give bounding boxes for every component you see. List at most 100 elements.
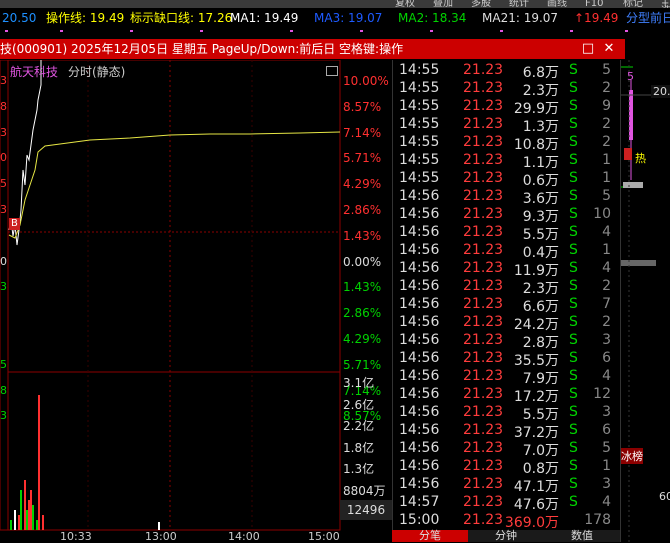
chart-grid bbox=[0, 60, 341, 531]
tick-count: 3 bbox=[602, 332, 611, 348]
tick-side: S bbox=[569, 494, 578, 510]
tick-price: 21.23 bbox=[463, 116, 504, 132]
tick-side: S bbox=[569, 296, 578, 312]
tick-count: 2 bbox=[602, 134, 611, 150]
tick-price: 21.23 bbox=[463, 224, 504, 240]
mini-price: 20.7 bbox=[651, 85, 670, 98]
left-axis-label: 3 bbox=[0, 409, 7, 423]
tick-count: 1 bbox=[602, 170, 611, 186]
tick-row: 14:55 21.23 2.3万 S 2 bbox=[393, 80, 621, 99]
left-axis-label: 8 bbox=[0, 383, 7, 397]
tick-row: 14:56 21.23 17.2万 S 12 bbox=[393, 386, 621, 405]
tick-volume: 9.3万 bbox=[522, 209, 559, 225]
pct-label: 8.57% bbox=[343, 99, 382, 114]
tick-time: 14:55 bbox=[399, 134, 440, 150]
chart-mode[interactable]: 分时(静态) bbox=[68, 63, 125, 80]
left-axis-label: 5 bbox=[0, 357, 7, 371]
tick-volume: 0.4万 bbox=[522, 245, 559, 261]
intraday-chart[interactable]: 航天科技 分时(静态) B 10.00% 8.57% 7.14% 5.71% 4.29%… bbox=[0, 60, 392, 543]
tick-side: S bbox=[569, 152, 578, 168]
window-toggle-icon[interactable] bbox=[326, 66, 338, 76]
tick-row: 14:56 21.23 7.9万 S 4 bbox=[393, 368, 621, 387]
tick-row: 14:56 21.23 5.5万 S 4 bbox=[393, 224, 621, 243]
indicator-bar: 20.50 操作线: 19.49 标示缺口线: 17.26 MA1: 19.49 MA3… bbox=[0, 8, 670, 28]
tick-price: 21.23 bbox=[463, 134, 504, 150]
tick-row: 14:56 21.23 5.5万 S 3 bbox=[393, 404, 621, 423]
tick-list[interactable]: 14:55 21.23 6.8万 S 5 14:55 21.23 2.3万 S 2 14:55 21.… bbox=[392, 60, 621, 531]
close-button[interactable]: ✕ bbox=[601, 39, 617, 59]
tick-side: S bbox=[569, 350, 578, 366]
tick-row: 14:56 21.23 11.9万 S 4 bbox=[393, 260, 621, 279]
menu-item-4[interactable]: 画线 bbox=[547, 0, 567, 8]
tick-volume: 0.6万 bbox=[522, 173, 559, 189]
pct-label: 2.86% bbox=[343, 203, 382, 217]
tick-count: 5 bbox=[602, 440, 611, 456]
tick-time: 14:56 bbox=[399, 296, 440, 312]
tick-count: 2 bbox=[602, 314, 611, 330]
stock-name: 航天科技 bbox=[10, 65, 59, 79]
tick-time: 14:55 bbox=[399, 80, 440, 96]
tick-side: S bbox=[569, 404, 578, 420]
indicator-6: MA21: 19.07 bbox=[482, 11, 559, 25]
tab-fenbi[interactable]: 分笔 bbox=[392, 530, 468, 542]
volume-label: 3.1亿 bbox=[343, 376, 375, 390]
tick-time: 14:56 bbox=[399, 386, 440, 402]
menu-item-0[interactable]: 复权 bbox=[395, 0, 415, 8]
tab-minute[interactable]: 分钟 bbox=[468, 530, 544, 542]
tick-count: 7 bbox=[602, 296, 611, 312]
tick-side: S bbox=[569, 80, 578, 96]
right-mini-chart[interactable]: 20.7 5 热 冰榜 60 bbox=[620, 60, 670, 542]
tick-volume: 2.8万 bbox=[522, 335, 559, 351]
tick-count: 9 bbox=[602, 98, 611, 114]
tick-volume: 29.9万 bbox=[513, 101, 559, 117]
tick-row: 14:56 21.23 7.0万 S 5 bbox=[393, 440, 621, 459]
menu-item-3[interactable]: 统计 bbox=[509, 0, 529, 8]
indicator-1: 操作线: 19.49 bbox=[46, 11, 125, 25]
tick-side: S bbox=[569, 476, 578, 492]
tick-volume: 5.5万 bbox=[522, 227, 559, 243]
tick-price: 21.23 bbox=[463, 188, 504, 204]
pct-label: 5.71% bbox=[343, 357, 382, 372]
tick-side: S bbox=[569, 242, 578, 258]
mini-label-hot: 热 bbox=[635, 152, 646, 165]
left-axis-label: 0 bbox=[0, 151, 7, 165]
pct-label: 0.00% bbox=[343, 254, 382, 269]
tick-row: 15:00 21.23 369.0万 178 bbox=[393, 512, 621, 531]
tick-volume: 35.5万 bbox=[513, 353, 559, 369]
left-axis-label: 3 bbox=[0, 74, 7, 87]
menu-item-5[interactable]: F10 bbox=[585, 0, 603, 8]
tick-price: 21.23 bbox=[463, 332, 504, 348]
tick-side: S bbox=[569, 260, 578, 276]
menu-item-6[interactable]: 标记 bbox=[623, 0, 643, 8]
tick-price: 21.23 bbox=[463, 386, 504, 402]
left-axis-label: 3 bbox=[0, 203, 7, 216]
tick-row: 14:56 21.23 37.2万 S 6 bbox=[393, 422, 621, 441]
tick-price: 21.23 bbox=[463, 296, 504, 312]
tick-time: 14:56 bbox=[399, 206, 440, 222]
left-axis-label: 5 bbox=[0, 177, 7, 191]
tick-volume: 6.6万 bbox=[522, 299, 559, 315]
maximize-button[interactable]: □ bbox=[580, 39, 596, 59]
tick-count: 1 bbox=[602, 458, 611, 474]
tick-count: 5 bbox=[602, 62, 611, 78]
tick-price: 21.23 bbox=[463, 314, 504, 330]
menu-item-7[interactable]: +自选 bbox=[661, 0, 670, 8]
mini-chart-graphics bbox=[621, 60, 670, 542]
tick-side: S bbox=[569, 440, 578, 456]
tick-time: 14:56 bbox=[399, 404, 440, 420]
tick-volume: 1.1万 bbox=[522, 155, 559, 171]
tab-value[interactable]: 数值 bbox=[544, 530, 620, 542]
tick-volume: 2.3万 bbox=[522, 281, 559, 297]
tick-row: 14:55 21.23 10.8万 S 2 bbox=[393, 134, 621, 153]
menu-item-1[interactable]: 叠加 bbox=[433, 0, 453, 8]
tick-price: 21.23 bbox=[463, 494, 504, 510]
menu-item-2[interactable]: 多股 bbox=[471, 0, 491, 8]
tick-price: 21.23 bbox=[463, 152, 504, 168]
tick-row: 14:56 21.23 2.3万 S 2 bbox=[393, 278, 621, 297]
tick-side: S bbox=[569, 386, 578, 402]
left-axis-label: 3 bbox=[0, 280, 7, 294]
tick-side: S bbox=[569, 224, 578, 240]
tick-row: 14:56 21.23 47.1万 S 3 bbox=[393, 476, 621, 495]
indicator-5: MA2: 18.34 bbox=[398, 11, 467, 25]
pct-label: 2.86% bbox=[343, 306, 382, 321]
